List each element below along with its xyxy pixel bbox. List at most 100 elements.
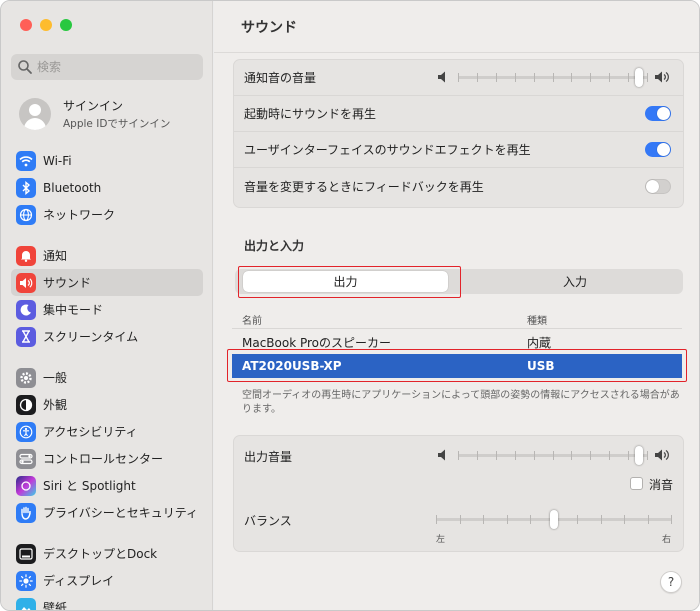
signin-subtitle: Apple IDでサインイン (63, 118, 171, 130)
alert-volume-label: 通知音の音量 (244, 71, 317, 85)
sidebar-item-wallpaper[interactable]: 壁紙 (11, 594, 203, 610)
slider-tick (647, 72, 648, 82)
startup-sound-label: 起動時にサウンドを再生 (244, 107, 377, 121)
slider-tick (624, 515, 625, 524)
spatial-audio-note: 空間オーディオの再生時にアプリケーションによって頭部の姿勢の情報にアクセスされる… (242, 390, 680, 415)
sidebar-item-label: Bluetooth (43, 180, 102, 195)
device-name: MacBook Proのスピーカー (242, 335, 392, 350)
bell-icon (16, 245, 36, 266)
ui-sound-effects-row: ユーザインターフェイスのサウンドエフェクトを再生 (234, 132, 683, 168)
sidebar-item-notifications[interactable]: 通知 (11, 242, 203, 269)
slider-tick (600, 515, 602, 524)
slider-thumb[interactable] (550, 510, 558, 529)
slider-tick (530, 515, 531, 524)
slider-tick (628, 72, 630, 82)
search-icon (18, 60, 32, 74)
output-volume-slider[interactable] (458, 445, 648, 465)
output-volume-label: 出力音量 (244, 450, 293, 464)
slider-thumb[interactable] (634, 445, 643, 465)
slider-tick (647, 515, 649, 524)
accessibility-icon (16, 421, 36, 442)
minimize-window-button[interactable] (40, 19, 52, 31)
slider-tick (458, 450, 459, 460)
sidebar-item-privacy-security[interactable]: プライバシーとセキュリティ (11, 499, 203, 526)
sidebar-item-label: 集中モード (43, 303, 104, 317)
sidebar-item-label: サウンド (43, 276, 92, 290)
sidebar-item-label: 一般 (43, 371, 68, 385)
volume-feedback-toggle[interactable] (645, 178, 671, 194)
mute-checkbox[interactable] (630, 477, 643, 490)
volume-feedback-row: 音量を変更するときにフィードバックを再生 (234, 168, 683, 204)
slider-tick (458, 72, 459, 82)
slider-tick (552, 72, 554, 82)
main-pane: サウンド 通知音の音量 起動時にサウンドを再生 ユーザインターフェイスのサウンド… (214, 1, 699, 610)
ui-sound-effects-toggle[interactable] (645, 142, 671, 157)
sidebar-item-control-center[interactable]: コントロールセンター (11, 445, 203, 472)
slider-tick (533, 450, 535, 460)
startup-sound-toggle[interactable] (645, 106, 671, 121)
slider-tick (495, 72, 497, 82)
output-volume-control (436, 445, 670, 465)
alert-volume-control (436, 67, 670, 87)
slider-tick (552, 450, 554, 460)
column-header-name: 名前 (242, 316, 262, 327)
slider-tick (483, 515, 484, 524)
sidebar-item-appearance[interactable]: 外観 (11, 391, 203, 418)
control-center-icon (16, 448, 36, 469)
apple-id-signin[interactable]: サインイン Apple IDでサインイン (19, 97, 170, 131)
sidebar-item-bluetooth[interactable]: Bluetooth (11, 174, 203, 201)
slider-tick (628, 450, 630, 460)
device-type: 内蔵 (527, 335, 552, 350)
sidebar-item-network[interactable]: ネットワーク (11, 201, 203, 228)
alert-volume-slider[interactable] (458, 67, 648, 87)
siri-icon (16, 475, 36, 496)
sidebar-item-label: Siri と Spotlight (43, 479, 136, 493)
close-window-button[interactable] (20, 19, 32, 31)
balance-control (436, 510, 672, 529)
tab-input[interactable]: 入力 (475, 271, 675, 292)
sidebar-item-displays[interactable]: ディスプレイ (11, 567, 203, 594)
sidebar-item-siri-spotlight[interactable]: Siri と Spotlight (11, 472, 203, 499)
sidebar-item-label: 外観 (43, 398, 68, 412)
balance-right-label: 右 (662, 535, 672, 545)
speaker-high-icon (655, 449, 669, 461)
balance-slider[interactable] (436, 510, 672, 529)
slider-tick (577, 515, 578, 524)
slider-tick (476, 450, 478, 460)
slider-tick (590, 450, 592, 460)
nav-group-network: Wi-Fi Bluetooth ネットワーク (11, 147, 203, 228)
balance-label: バランス (244, 514, 292, 528)
sidebar-item-label: ネットワーク (43, 208, 116, 222)
help-button[interactable]: ? (660, 571, 682, 593)
zoom-window-button[interactable] (60, 19, 72, 31)
slider-tick (571, 450, 573, 460)
signin-title: サインイン (63, 99, 124, 113)
speaker-icon (16, 272, 36, 293)
volume-feedback-label: 音量を変更するときにフィードバックを再生 (244, 179, 484, 194)
output-input-section-title: 出力と入力 (244, 239, 305, 253)
sidebar-item-sound[interactable]: サウンド (11, 269, 203, 296)
hourglass-icon (16, 326, 36, 347)
ui-sound-effects-label: ユーザインターフェイスのサウンドエフェクトを再生 (244, 143, 531, 157)
speaker-high-icon (655, 71, 669, 83)
sidebar-item-wifi[interactable]: Wi-Fi (11, 147, 203, 174)
sidebar-item-label: スクリーンタイム (43, 330, 139, 344)
slider-tick (571, 72, 573, 82)
sidebar-item-label: ディスプレイ (43, 574, 115, 588)
sidebar-item-general[interactable]: 一般 (11, 364, 203, 391)
sidebar-item-accessibility[interactable]: アクセシビリティ (11, 418, 203, 445)
search-input[interactable] (37, 60, 187, 74)
nav-group-display: デスクトップとDock ディスプレイ 壁紙 (11, 540, 203, 610)
sidebar-item-screen-time[interactable]: スクリーンタイム (11, 323, 203, 350)
sidebar-item-label: アクセシビリティ (43, 425, 138, 439)
sidebar-item-focus[interactable]: 集中モード (11, 296, 203, 323)
sun-icon (16, 570, 36, 591)
sidebar-item-label: Wi-Fi (43, 153, 72, 168)
system-settings-window: サインイン Apple IDでサインイン Wi-Fi Bluetooth (0, 0, 700, 611)
search-field[interactable] (11, 54, 203, 80)
slider-thumb[interactable] (634, 67, 643, 87)
sidebar-item-label: 通知 (43, 249, 68, 263)
table-divider (232, 328, 682, 329)
sidebar-item-desktop-dock[interactable]: デスクトップとDock (11, 540, 203, 567)
startup-sound-row: 起動時にサウンドを再生 (234, 96, 683, 132)
